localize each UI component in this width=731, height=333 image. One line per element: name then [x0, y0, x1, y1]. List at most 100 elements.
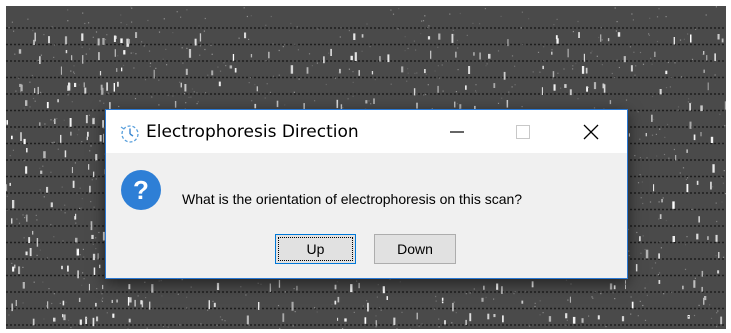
gel-band [706, 55, 708, 61]
gel-band [121, 67, 123, 72]
close-button[interactable] [568, 110, 614, 153]
gel-noise [246, 15, 248, 18]
gel-noise [451, 322, 453, 324]
gel-noise [101, 293, 103, 295]
gel-band [98, 52, 100, 61]
gel-noise [352, 71, 354, 73]
gel-noise [90, 145, 92, 147]
gel-noise [648, 33, 650, 35]
gel-band [416, 312, 418, 320]
gel-noise [407, 47, 409, 50]
gel-noise [179, 81, 181, 83]
gel-band [102, 120, 104, 128]
gel-band [25, 166, 28, 174]
gel-noise [376, 296, 378, 298]
gel-band [113, 35, 116, 42]
gel-noise [103, 102, 105, 104]
gel-band [106, 82, 108, 91]
gel-noise [392, 13, 395, 15]
gel-band [720, 316, 723, 325]
gel-noise [635, 65, 637, 67]
gel-noise [369, 46, 371, 48]
gel-noise [398, 8, 400, 10]
gel-band [358, 282, 360, 289]
gel-noise [721, 201, 723, 203]
gel-noise [655, 133, 657, 135]
gel-noise [297, 49, 299, 51]
gel-noise [534, 305, 536, 308]
gel-band [85, 115, 88, 124]
gel-band [707, 82, 709, 91]
gel-band [715, 234, 718, 242]
gel-noise [240, 286, 242, 288]
gel-band [724, 101, 726, 110]
dialog-titlebar[interactable]: Electrophoresis Direction [106, 110, 627, 153]
gel-band [658, 253, 660, 259]
gel-band [18, 266, 21, 274]
down-button[interactable]: Down [374, 234, 456, 264]
gel-band [174, 101, 177, 108]
gel-noise [639, 138, 641, 140]
gel-band [430, 50, 432, 59]
gel-band [37, 86, 39, 95]
gel-noise [54, 44, 56, 46]
gel-noise [23, 107, 25, 109]
gel-noise [686, 177, 689, 179]
gel-noise [342, 328, 344, 329]
gel-band [116, 68, 118, 72]
gel-band [29, 248, 32, 257]
gel-noise [81, 141, 83, 143]
gel-noise [653, 118, 655, 121]
up-button[interactable]: Up [275, 234, 356, 264]
gel-noise [272, 43, 274, 45]
gel-noise [56, 118, 58, 120]
gel-band [102, 284, 104, 290]
minimize-button[interactable] [434, 110, 480, 153]
gel-band [597, 315, 600, 320]
gel-noise [53, 120, 55, 122]
gel-noise [352, 81, 354, 83]
gel-noise [118, 105, 120, 108]
gel-band [387, 54, 390, 63]
gel-noise [529, 325, 531, 327]
gel-noise [248, 38, 250, 40]
gel-noise [249, 77, 252, 79]
gel-noise [181, 47, 183, 49]
gel-noise [277, 305, 280, 307]
maximize-button[interactable] [500, 110, 546, 153]
gel-noise [31, 74, 33, 77]
gel-noise [51, 142, 53, 144]
gel-band [63, 314, 66, 321]
gel-noise [158, 104, 160, 106]
gel-band [323, 56, 325, 64]
gel-band [623, 56, 626, 63]
gel-noise [130, 6, 132, 8]
gel-noise [272, 75, 275, 77]
gel-noise [497, 50, 500, 52]
close-icon [583, 124, 599, 139]
gel-noise [637, 315, 639, 317]
gel-noise [715, 255, 717, 257]
gel-noise [380, 309, 382, 311]
gel-noise [681, 76, 683, 78]
gel-noise [75, 222, 77, 224]
gel-band [57, 99, 59, 103]
gel-noise [590, 52, 592, 54]
gel-noise [95, 31, 98, 33]
gel-noise [566, 319, 568, 321]
gel-noise [644, 319, 647, 321]
gel-noise [63, 274, 65, 276]
gel-noise [567, 299, 569, 301]
gel-noise [651, 95, 654, 98]
gel-noise [25, 215, 27, 217]
gel-noise [656, 155, 658, 157]
gel-band [703, 69, 705, 73]
gel-band [337, 296, 340, 303]
gel-noise [73, 72, 75, 75]
gel-noise [563, 68, 565, 70]
gel-band [645, 249, 649, 259]
gel-noise [95, 159, 97, 162]
gel-noise [149, 62, 152, 64]
timer-icon [120, 125, 139, 143]
gel-noise [667, 123, 669, 126]
